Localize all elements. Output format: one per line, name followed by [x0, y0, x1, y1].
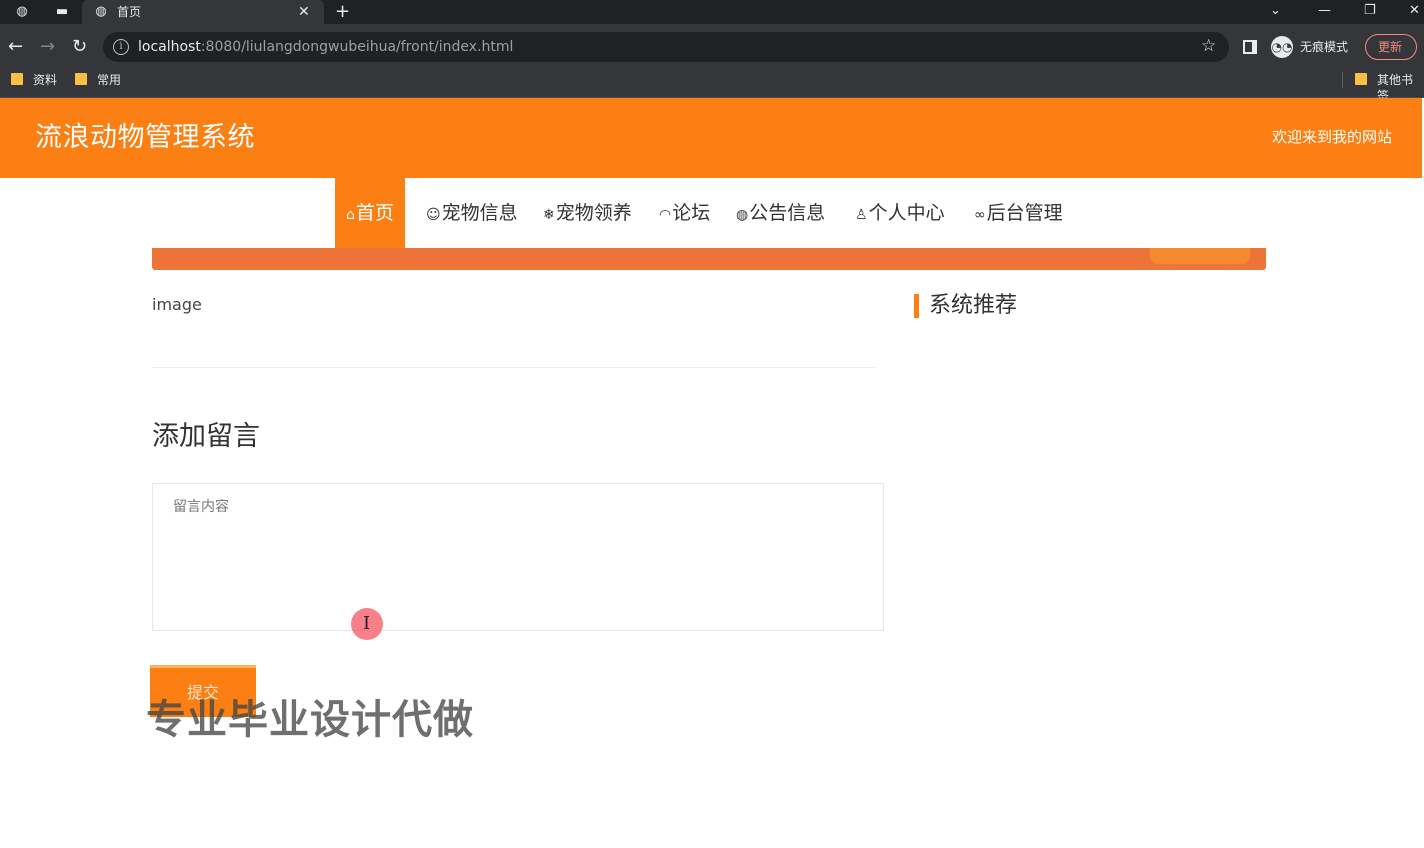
forum-icon: ◠: [659, 207, 672, 223]
tab-title: 首页: [117, 5, 142, 19]
bookmark-separator: [1342, 72, 1343, 88]
chevron-down-icon[interactable]: ⌄: [1270, 2, 1281, 20]
back-icon[interactable]: ←: [8, 36, 23, 58]
nav-item-admin[interactable]: ∞后台管理: [974, 178, 1063, 248]
globe-icon: ◍: [736, 207, 749, 223]
content-divider: [152, 367, 876, 368]
update-button[interactable]: 更新: [1365, 34, 1417, 60]
tab-close-icon[interactable]: ✕: [298, 3, 310, 21]
tab-search-icon[interactable]: ▬: [54, 4, 70, 20]
nav-item-profile[interactable]: ♙个人中心: [855, 178, 945, 248]
banner-strip: [152, 248, 1266, 270]
site-title: 流浪动物管理系统: [35, 122, 255, 153]
minimize-icon[interactable]: —: [1318, 2, 1331, 20]
reload-icon[interactable]: ↻: [72, 36, 87, 58]
incognito-label: 无痕模式: [1300, 40, 1349, 54]
welcome-text: 欢迎来到我的网站: [1271, 128, 1392, 146]
banner-tag: [1150, 248, 1250, 264]
folder-icon: [75, 73, 87, 85]
url-text[interactable]: localhost:8080/liulangdongwubeihua/front…: [138, 38, 513, 56]
bookmark-changyong[interactable]: 常用: [97, 72, 121, 88]
recommend-title: 系统推荐: [929, 293, 1018, 318]
tab-favicon-icon: ◍: [95, 4, 107, 19]
info-icon[interactable]: i: [113, 39, 129, 55]
bookmarks-bar: [0, 70, 1424, 98]
message-content-input[interactable]: [152, 483, 884, 631]
text-cursor-icon: I: [363, 613, 371, 634]
nav-item-notice[interactable]: ◍公告信息: [736, 178, 825, 248]
nav-item-pet-info[interactable]: ☺宠物信息: [426, 178, 518, 248]
globe-icon[interactable]: ◍: [14, 4, 30, 20]
main-nav: [0, 178, 1422, 248]
watermark-text: 专业毕业设计代做: [146, 697, 474, 743]
pet-icon: ☺: [426, 207, 441, 223]
incognito-icon[interactable]: ◔◔: [1271, 36, 1293, 58]
snowflake-icon: ❄: [543, 207, 555, 223]
bookmark-ziliao[interactable]: 资料: [33, 72, 57, 88]
recommend-accent-bar: [914, 294, 919, 318]
nav-item-forum[interactable]: ◠论坛: [659, 178, 710, 248]
bookmark-star-icon[interactable]: ☆: [1201, 36, 1216, 56]
user-icon: ♙: [855, 207, 868, 223]
restore-icon[interactable]: ❐: [1364, 2, 1376, 20]
forward-icon[interactable]: →: [40, 36, 55, 58]
home-icon: ⌂: [346, 207, 355, 223]
nav-item-adoption[interactable]: ❄宠物领养: [543, 178, 632, 248]
broken-image: image: [152, 295, 202, 314]
add-message-title: 添加留言: [152, 421, 260, 452]
nav-item-home[interactable]: ⌂首页: [335, 178, 405, 248]
folder-icon: [11, 73, 23, 85]
folder-icon: [1355, 73, 1367, 85]
link-icon: ∞: [974, 207, 986, 223]
window-close-icon[interactable]: ✕: [1409, 2, 1420, 20]
side-panel-icon[interactable]: [1243, 40, 1257, 54]
new-tab-icon[interactable]: +: [335, 1, 350, 23]
